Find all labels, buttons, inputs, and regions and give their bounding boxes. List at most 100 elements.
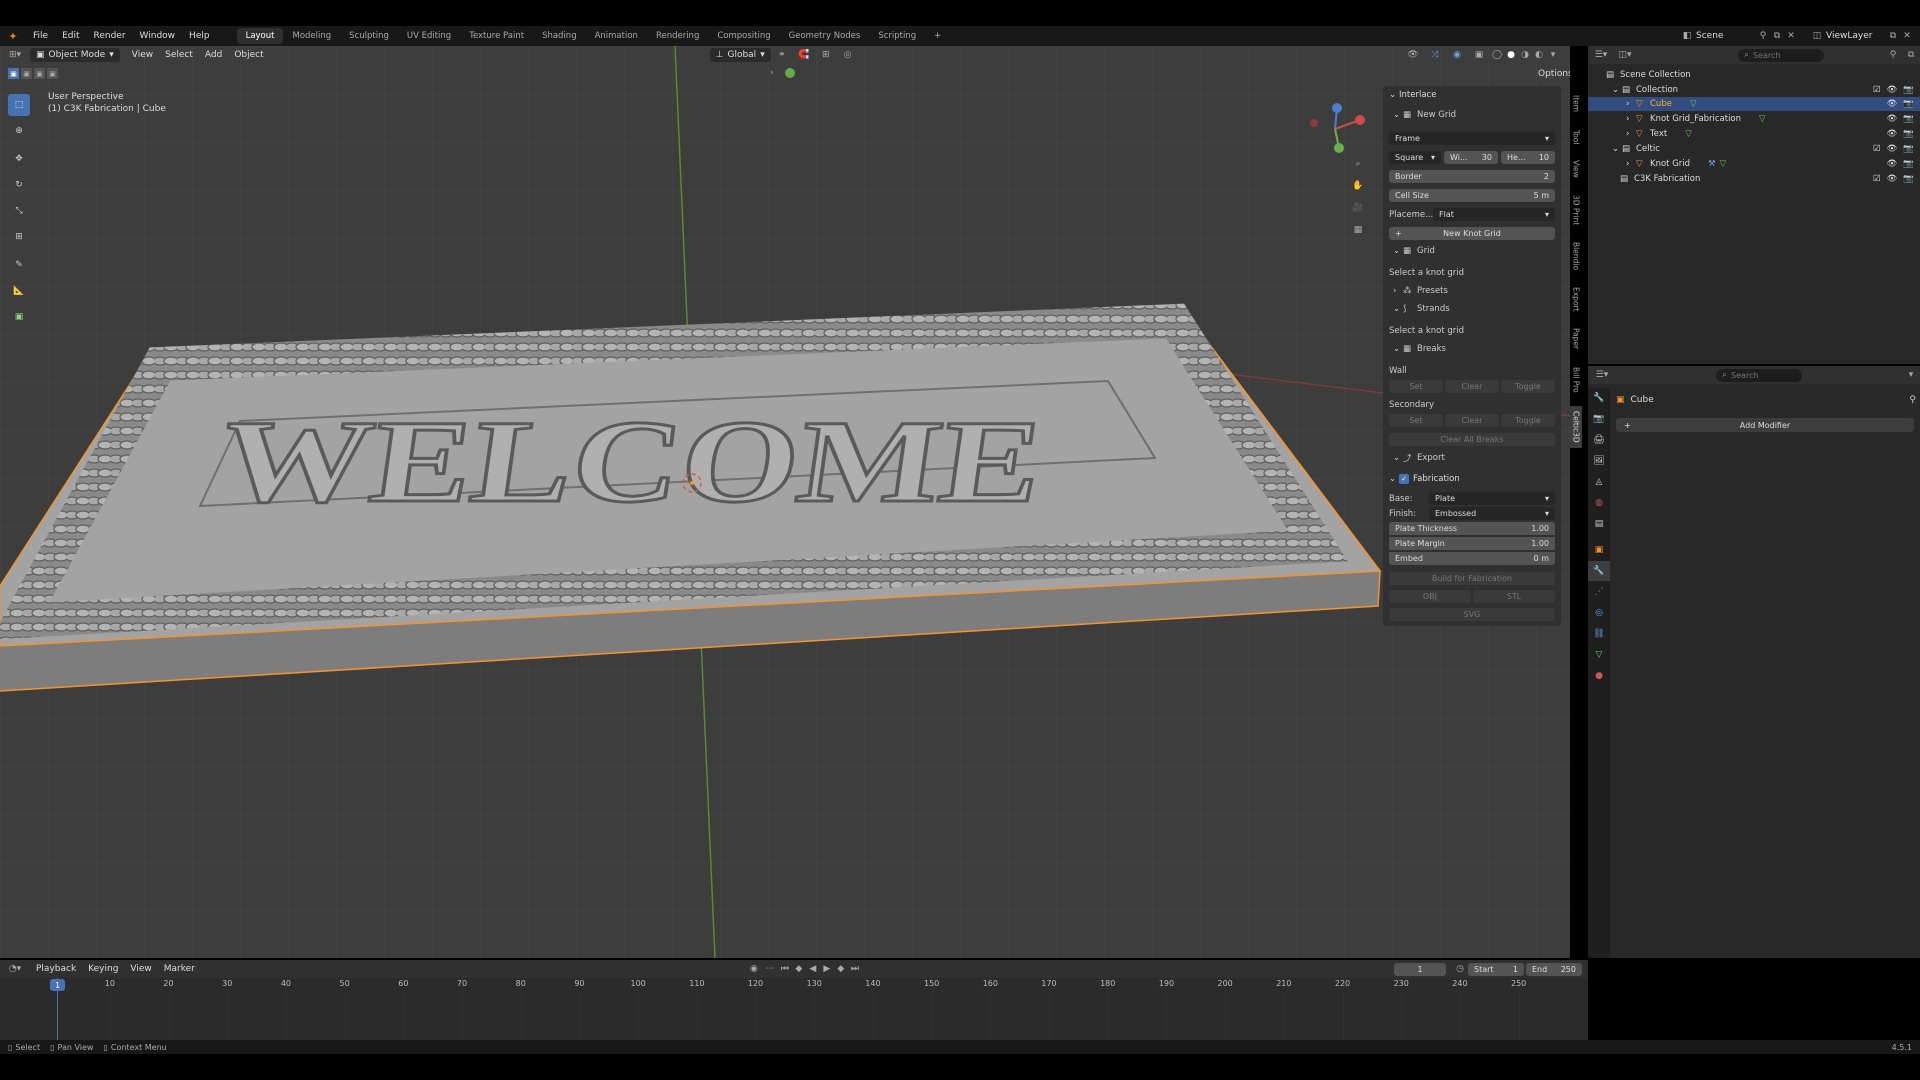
shape-dropdown[interactable]: Square ▾	[1389, 151, 1441, 164]
ortho-grid-icon[interactable]: ▦	[1350, 222, 1366, 238]
outliner-row-celtic[interactable]: ⌄ ▤ Celtic ☑ 👁 📷	[1588, 142, 1920, 156]
scene-icon[interactable]: ◧	[1678, 31, 1696, 41]
outliner-search[interactable]: ⌕ Search	[1738, 48, 1824, 62]
shading-options-icon[interactable]: ▾	[1546, 50, 1560, 60]
end-frame-field[interactable]: End 250	[1526, 962, 1582, 976]
timeline[interactable]: ◔▾ Playback Keying View Marker ◉ ⋯ ⏮ ◆ ◀…	[0, 960, 1588, 1042]
new-scene-icon[interactable]: ⧉	[1770, 31, 1784, 41]
new-knot-grid-button[interactable]: + New Knot Grid	[1389, 227, 1555, 240]
xray-icon[interactable]: ▣	[1468, 50, 1490, 60]
navigation-gizmo[interactable]	[1300, 94, 1370, 164]
wall-toggle-button[interactable]: Toggle	[1501, 380, 1555, 393]
side-tab-view[interactable]: View	[1570, 156, 1582, 182]
export-section-header[interactable]: ⌄ ⤴ Export	[1393, 452, 1555, 464]
output-tab-icon[interactable]: 🖨	[1588, 430, 1610, 450]
rendered-shading-icon[interactable]: ◐	[1532, 50, 1546, 60]
add-workspace-icon[interactable]: +	[925, 28, 950, 44]
workspace-tab-scripting[interactable]: Scripting	[869, 28, 925, 44]
workspace-tab-geometry-nodes[interactable]: Geometry Nodes	[780, 28, 870, 44]
new-collection-icon[interactable]: ⧉	[1902, 50, 1920, 60]
export-obj-button[interactable]: OBJ	[1389, 590, 1471, 603]
new-view-layer-icon[interactable]: ⧉	[1886, 31, 1900, 41]
particles-tab-icon[interactable]: ⋰	[1588, 582, 1610, 602]
select-box-tool[interactable]: ⬚	[8, 94, 30, 116]
display-mode-icon[interactable]: ◫▾	[1614, 50, 1636, 60]
world-tab-icon[interactable]: ◍	[1588, 493, 1610, 513]
material-shading-icon[interactable]: ◑	[1518, 50, 1532, 60]
measure-tool[interactable]: 📐	[8, 280, 30, 302]
select-invert-icon[interactable]: ▣	[47, 68, 58, 79]
scene-tab-icon[interactable]: ◬	[1588, 472, 1610, 492]
workspace-tab-sculpting[interactable]: Sculpting	[340, 28, 398, 44]
camera-icon[interactable]: 📷	[1903, 99, 1914, 109]
new-grid-section-header[interactable]: ⌄ ▦ New Grid	[1393, 110, 1555, 120]
play-icon[interactable]: ▶	[820, 964, 834, 974]
start-frame-field[interactable]: Start 1	[1468, 962, 1524, 976]
editor-type-icon[interactable]: ⊞▾	[0, 50, 30, 60]
proportional-edit-icon[interactable]: ◎	[837, 50, 859, 60]
clear-all-breaks-button[interactable]: Clear All Breaks	[1389, 433, 1555, 446]
outliner-row-knot-grid-fabrication[interactable]: › ▽ Knot Grid_Fabrication ▽ 👁 📷	[1588, 112, 1920, 126]
clock-icon[interactable]: ◷	[1452, 964, 1468, 974]
eye-icon[interactable]: 👁	[1887, 114, 1898, 124]
workspace-tab-uv-editing[interactable]: UV Editing	[398, 28, 460, 44]
menu-edit[interactable]: Edit	[55, 31, 86, 41]
scale-tool[interactable]: ⤡	[8, 200, 30, 222]
prev-keyframe-icon[interactable]: ◆	[792, 964, 806, 974]
camera-icon[interactable]: 📷	[1903, 85, 1914, 95]
workspace-tab-modeling[interactable]: Modeling	[283, 28, 340, 44]
side-tab-celtic3d[interactable]: Celtic3D	[1570, 406, 1582, 448]
finish-dropdown[interactable]: Embossed ▾	[1429, 507, 1555, 520]
cell-size-field[interactable]: Cell Size 5 m	[1389, 189, 1555, 202]
menu-view[interactable]: View	[126, 49, 159, 61]
workspace-tab-rendering[interactable]: Rendering	[647, 28, 708, 44]
camera-icon[interactable]: 📷	[1903, 174, 1914, 184]
collection-tab-icon[interactable]: ▤	[1588, 514, 1610, 534]
menu-marker[interactable]: Marker	[158, 963, 201, 975]
outliner-row-text[interactable]: › ▽ Text ▽ 👁 📷	[1588, 127, 1920, 141]
camera-icon[interactable]: 📷	[1903, 114, 1914, 124]
chevron-right-icon[interactable]: ›	[770, 68, 774, 78]
color-dot-icon[interactable]	[785, 68, 795, 78]
editor-type-icon[interactable]: ◔▾	[0, 964, 30, 974]
view-layer-tab-icon[interactable]: 🖼	[1588, 451, 1610, 471]
workspace-tab-layout[interactable]: Layout	[236, 28, 284, 44]
modifier-tab-icon[interactable]: 🔧	[1588, 561, 1610, 581]
eye-icon[interactable]: 👁	[1887, 85, 1898, 95]
breaks-section-header[interactable]: ⌄ ▦ Breaks	[1393, 344, 1555, 354]
side-tab-3d-print[interactable]: 3D Print	[1570, 190, 1582, 230]
playhead-marker[interactable]: 1	[50, 979, 65, 991]
select-new-icon[interactable]: ▣	[8, 68, 19, 79]
workspace-tab-shading[interactable]: Shading	[533, 28, 586, 44]
move-tool[interactable]: ✥	[8, 148, 30, 170]
secondary-set-button[interactable]: Set	[1389, 414, 1443, 427]
grid-height-field[interactable]: He... 10	[1501, 151, 1555, 164]
chevron-down-icon[interactable]: ▾	[1902, 370, 1920, 380]
data-tab-icon[interactable]: ▽	[1588, 645, 1610, 665]
plate-thickness-field[interactable]: Plate Thickness 1.00	[1389, 522, 1555, 535]
wireframe-shading-icon[interactable]: ◯	[1490, 50, 1504, 60]
placement-dropdown[interactable]: Flat ▾	[1433, 208, 1555, 221]
checkbox-icon[interactable]: ☑	[1873, 85, 1881, 95]
visibility-icon[interactable]: 👁	[1402, 50, 1424, 60]
embed-field[interactable]: Embed 0 m	[1389, 552, 1555, 565]
camera-icon[interactable]: 📷	[1903, 144, 1914, 154]
add-modifier-button[interactable]: + Add Modifier	[1616, 418, 1914, 432]
scene-name[interactable]: Scene	[1696, 31, 1756, 41]
options-dropdown[interactable]: Options	[1532, 68, 1570, 80]
camera-icon[interactable]: 📷	[1903, 129, 1914, 139]
interlace-section-header[interactable]: ⌄ Interlace	[1389, 90, 1555, 100]
eye-icon[interactable]: 👁	[1887, 174, 1898, 184]
grid-width-field[interactable]: Wi... 30	[1444, 151, 1498, 164]
select-extend-icon[interactable]: ▣	[21, 68, 32, 79]
export-svg-button[interactable]: SVG	[1389, 608, 1555, 621]
menu-timeline-view[interactable]: View	[124, 963, 157, 975]
overlays-icon[interactable]: ◉	[1446, 50, 1468, 60]
base-dropdown[interactable]: Plate ▾	[1429, 492, 1555, 505]
current-frame-field[interactable]: 1	[1394, 962, 1446, 976]
menu-render[interactable]: Render	[87, 31, 133, 41]
side-tab-tool[interactable]: Tool	[1570, 124, 1582, 150]
scene-collection-row[interactable]: ▤ Scene Collection	[1588, 68, 1920, 82]
view-layer-name[interactable]: ViewLayer	[1826, 31, 1886, 41]
physics-tab-icon[interactable]: ◎	[1588, 603, 1610, 623]
